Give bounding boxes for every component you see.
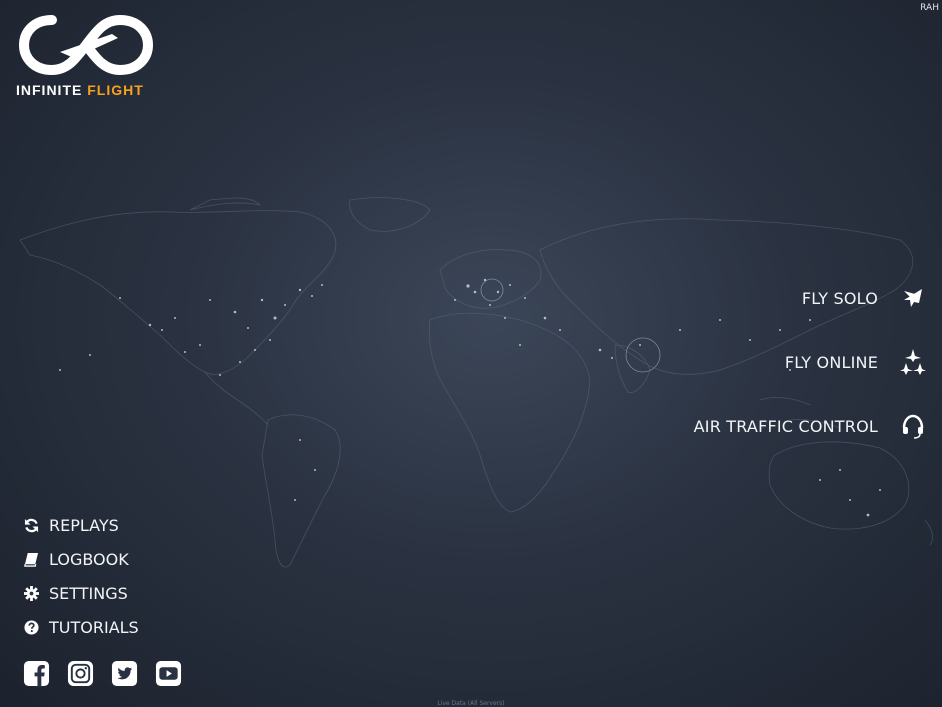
settings-button[interactable]: SETTINGS xyxy=(23,576,139,610)
multiplayer-planes-icon xyxy=(898,347,928,377)
mode-menu: FLY SOLO FLY ONLINE AIR TRAFFIC CONTROL xyxy=(694,282,928,474)
user-badge[interactable]: RAH xyxy=(920,3,939,13)
settings-label: SETTINGS xyxy=(49,583,128,603)
logo-word-infinite: INFINITE xyxy=(16,82,83,98)
fly-online-label: FLY ONLINE xyxy=(784,352,878,372)
facebook-icon[interactable] xyxy=(23,660,50,687)
infinity-plane-logo-icon xyxy=(18,14,154,76)
logbook-button[interactable]: LOGBOOK xyxy=(23,542,139,576)
book-icon xyxy=(23,551,39,567)
fly-online-button[interactable]: FLY ONLINE xyxy=(694,346,928,378)
logbook-label: LOGBOOK xyxy=(49,549,129,569)
replays-button[interactable]: REPLAYS xyxy=(23,508,139,542)
gear-icon xyxy=(23,585,39,601)
fly-solo-label: FLY SOLO xyxy=(801,288,878,308)
headset-icon xyxy=(898,411,928,441)
air-traffic-control-label: AIR TRAFFIC CONTROL xyxy=(693,416,878,436)
twitter-icon[interactable] xyxy=(111,660,138,687)
logo-word-flight: FLIGHT xyxy=(87,82,144,98)
tutorials-button[interactable]: TUTORIALS xyxy=(23,610,139,644)
live-data-note: Live Data (All Servers) xyxy=(437,700,505,707)
refresh-icon xyxy=(23,517,39,533)
app-logo: INFINITE FLIGHT xyxy=(16,14,186,98)
air-traffic-control-button[interactable]: AIR TRAFFIC CONTROL xyxy=(694,410,928,442)
tutorials-label: TUTORIALS xyxy=(49,617,139,637)
instagram-icon[interactable] xyxy=(67,660,94,687)
airplane-icon xyxy=(898,283,928,313)
fly-solo-button[interactable]: FLY SOLO xyxy=(694,282,928,314)
main-menu: REPLAYS LOGBOOK SETTINGS TUTORIALS xyxy=(23,508,139,644)
youtube-icon[interactable] xyxy=(155,660,182,687)
question-circle-icon xyxy=(23,619,39,635)
social-links xyxy=(23,660,182,687)
replays-label: REPLAYS xyxy=(49,515,119,535)
